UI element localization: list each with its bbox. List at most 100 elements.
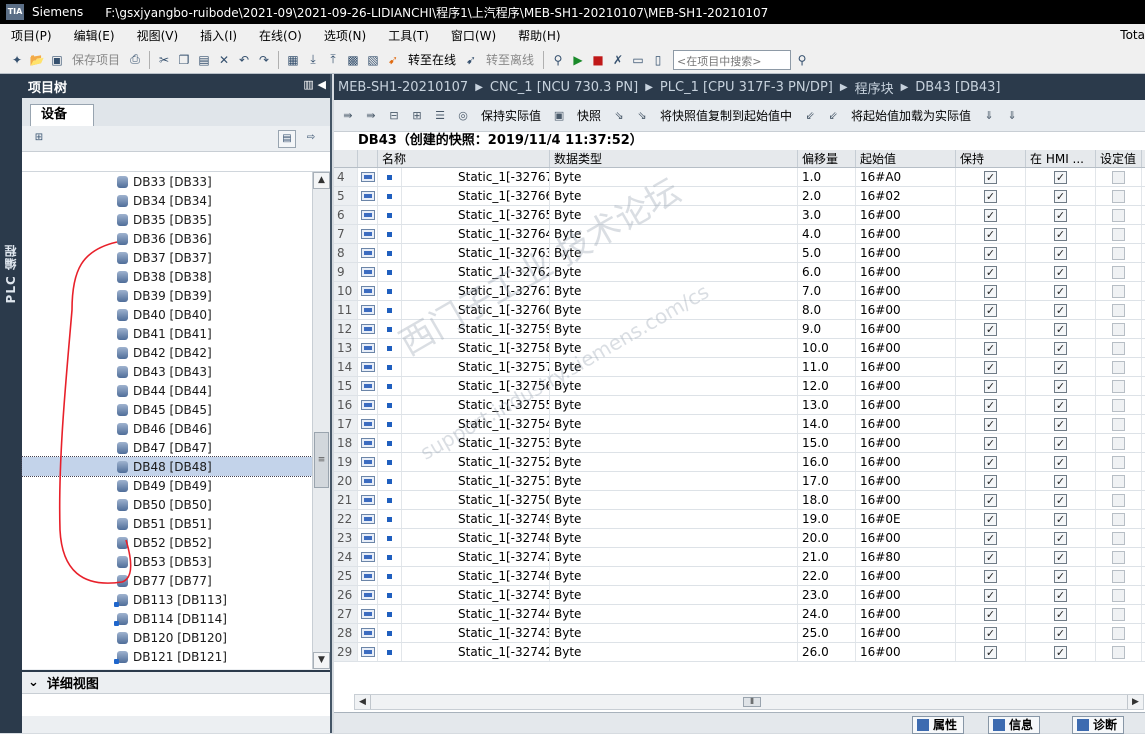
monitor-icon[interactable]: ◎ (453, 107, 473, 125)
table-row[interactable]: 16 Static_1[-32755] Byte 13.0 16#00 ✓ ✓ (334, 396, 1145, 415)
tree-item[interactable]: DB113 [DB113] (22, 590, 312, 609)
table-row[interactable]: 15 Static_1[-32756] Byte 12.0 16#00 ✓ ✓ (334, 377, 1145, 396)
plc-programming-sidetab[interactable]: PLC 编程 (0, 74, 22, 733)
go-offline-icon[interactable]: ➹ (462, 51, 480, 69)
cell-start-value[interactable]: 16#0E (856, 510, 956, 528)
hmi-checkbox[interactable]: ✓ (1054, 569, 1067, 583)
tree-item[interactable]: DB43 [DB43] (22, 362, 312, 381)
cell-start-value[interactable]: 16#00 (856, 415, 956, 433)
header-start-value[interactable]: 起始值 (856, 150, 956, 167)
table-row[interactable]: 28 Static_1[-32743] Byte 25.0 16#00 ✓ ✓ (334, 624, 1145, 643)
tree-vertical-scrollbar[interactable]: ▲ ≡ ▼ (312, 172, 330, 669)
tree-item[interactable]: DB50 [DB50] (22, 495, 312, 514)
cell-type[interactable]: Byte (550, 282, 798, 300)
table-row[interactable]: 13 Static_1[-32758] Byte 10.0 16#00 ✓ ✓ (334, 339, 1145, 358)
cell-type[interactable]: Byte (550, 434, 798, 452)
cell-name[interactable]: Static_1[-32746] (402, 567, 550, 585)
setpoint-checkbox[interactable] (1112, 303, 1125, 317)
cell-start-value[interactable]: 16#00 (856, 529, 956, 547)
insert-row-icon[interactable]: ⇛ (338, 107, 358, 125)
retain-checkbox[interactable]: ✓ (984, 569, 997, 583)
tree-view-icon[interactable]: ▤ (278, 130, 296, 148)
cell-start-value[interactable]: 16#00 (856, 396, 956, 414)
cell-name[interactable]: Static_1[-32754] (402, 415, 550, 433)
expand-icon[interactable]: ⊟ (384, 107, 404, 125)
hmi-checkbox[interactable]: ✓ (1054, 550, 1067, 564)
delete-icon[interactable]: ✕ (215, 51, 233, 69)
tree-item[interactable]: DB114 [DB114] (22, 609, 312, 628)
breadcrumb-db43[interactable]: DB43 [DB43] (915, 80, 1000, 95)
tree-item[interactable]: DB47 [DB47] (22, 438, 312, 457)
cell-name[interactable]: Static_1[-32756] (402, 377, 550, 395)
cell-type[interactable]: Byte (550, 377, 798, 395)
go-online-button[interactable]: 转至在线 (404, 51, 460, 68)
cell-name[interactable]: Static_1[-32752] (402, 453, 550, 471)
cell-name[interactable]: Static_1[-32758] (402, 339, 550, 357)
table-row[interactable]: 29 Static_1[-32742] Byte 26.0 16#00 ✓ ✓ (334, 643, 1145, 662)
table-row[interactable]: 11 Static_1[-32760] Byte 8.0 16#00 ✓ ✓ (334, 301, 1145, 320)
setpoint-checkbox[interactable] (1112, 436, 1125, 450)
retain-checkbox[interactable]: ✓ (984, 246, 997, 260)
hmi-checkbox[interactable]: ✓ (1054, 322, 1067, 336)
open-project-icon[interactable]: 📂 (28, 51, 46, 69)
retain-checkbox[interactable]: ✓ (984, 322, 997, 336)
retain-checkbox[interactable]: ✓ (984, 189, 997, 203)
cell-start-value[interactable]: 16#00 (856, 643, 956, 661)
table-row[interactable]: 9 Static_1[-32762] Byte 6.0 16#00 ✓ ✓ (334, 263, 1145, 282)
retain-checkbox[interactable]: ✓ (984, 607, 997, 621)
cell-name[interactable]: Static_1[-32742] (402, 643, 550, 661)
collapse-icon[interactable]: ⊞ (407, 107, 427, 125)
retain-checkbox[interactable]: ✓ (984, 550, 997, 564)
cell-type[interactable]: Byte (550, 529, 798, 547)
setpoint-checkbox[interactable] (1112, 189, 1125, 203)
cell-start-value[interactable]: 16#00 (856, 453, 956, 471)
tab-diagnostics[interactable]: 诊断 (1072, 716, 1125, 734)
hmi-checkbox[interactable]: ✓ (1054, 512, 1067, 526)
cell-type[interactable]: Byte (550, 396, 798, 414)
cell-type[interactable]: Byte (550, 453, 798, 471)
tree-item[interactable]: DB46 [DB46] (22, 419, 312, 438)
hmi-checkbox[interactable]: ✓ (1054, 626, 1067, 640)
menu-tools[interactable]: 工具(T) (377, 27, 440, 44)
hmi-checkbox[interactable]: ✓ (1054, 189, 1067, 203)
accessible-devices-icon[interactable]: ⚲ (549, 51, 567, 69)
setpoint-checkbox[interactable] (1112, 379, 1125, 393)
redo-icon[interactable]: ↷ (255, 51, 273, 69)
hmi-checkbox[interactable]: ✓ (1054, 379, 1067, 393)
hmi-checkbox[interactable]: ✓ (1054, 360, 1067, 374)
cell-type[interactable]: Byte (550, 510, 798, 528)
setpoint-checkbox[interactable] (1112, 360, 1125, 374)
table-row[interactable]: 6 Static_1[-32765] Byte 3.0 16#00 ✓ ✓ (334, 206, 1145, 225)
tree-item[interactable]: DB33 [DB33] (22, 172, 312, 191)
cell-name[interactable]: Static_1[-32763] (402, 244, 550, 262)
hmi-checkbox[interactable]: ✓ (1054, 474, 1067, 488)
table-row[interactable]: 5 Static_1[-32766] Byte 2.0 16#02 ✓ ✓ (334, 187, 1145, 206)
header-setpoint[interactable]: 设定值 (1096, 150, 1142, 167)
cell-start-value[interactable]: 16#00 (856, 282, 956, 300)
hmi-checkbox[interactable]: ✓ (1054, 208, 1067, 222)
cell-type[interactable]: Byte (550, 548, 798, 566)
tab-info[interactable]: 信息 (988, 716, 1041, 734)
search-go-icon[interactable]: ⚲ (793, 51, 811, 69)
chevron-down-icon[interactable]: ⌄ (28, 675, 39, 690)
setpoint-checkbox[interactable] (1112, 417, 1125, 431)
table-row[interactable]: 21 Static_1[-32750] Byte 18.0 16#00 ✓ ✓ (334, 491, 1145, 510)
cell-name[interactable]: Static_1[-32759] (402, 320, 550, 338)
cell-start-value[interactable]: 16#00 (856, 358, 956, 376)
cell-start-value[interactable]: 16#00 (856, 339, 956, 357)
cell-start-value[interactable]: 16#00 (856, 586, 956, 604)
hmi-checkbox[interactable]: ✓ (1054, 531, 1067, 545)
menu-edit[interactable]: 编辑(E) (63, 27, 126, 44)
cell-name[interactable]: Static_1[-32747] (402, 548, 550, 566)
breadcrumb-project[interactable]: MEB-SH1-20210107 (338, 80, 468, 95)
cut-icon[interactable]: ✂ (155, 51, 173, 69)
copy-snapshot-to-start-button[interactable]: 将快照值复制到起始值中 (655, 107, 797, 124)
setpoint-checkbox[interactable] (1112, 341, 1125, 355)
cell-start-value[interactable]: 16#80 (856, 548, 956, 566)
tree-export-icon[interactable]: ⇨ (302, 130, 320, 148)
table-row[interactable]: 20 Static_1[-32751] Byte 17.0 16#00 ✓ ✓ (334, 472, 1145, 491)
retain-checkbox[interactable]: ✓ (984, 512, 997, 526)
tree-item[interactable]: DB120 [DB120] (22, 628, 312, 647)
hmi-checkbox[interactable]: ✓ (1054, 417, 1067, 431)
tree-item[interactable]: DB52 [DB52] (22, 533, 312, 552)
